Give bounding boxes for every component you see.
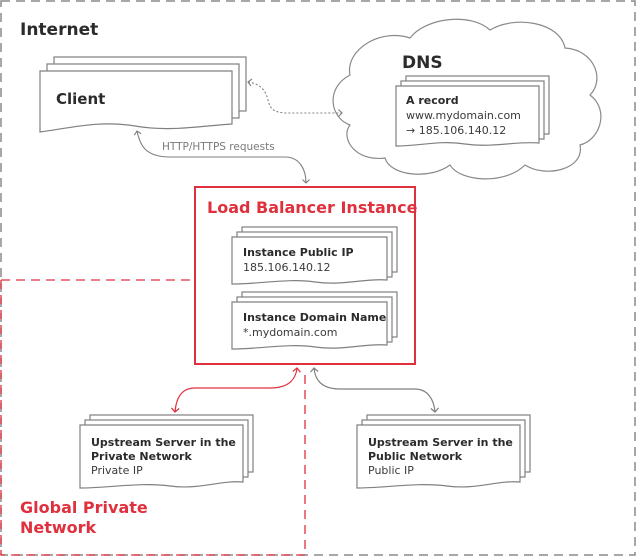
network-diagram: Internet Global Private Network Client D… <box>0 0 636 556</box>
dns-record-domain: www.mydomain.com <box>406 109 521 122</box>
upstream-private-node[interactable]: Upstream Server in the Private Network P… <box>79 414 254 489</box>
load-balancer-title: Load Balancer Instance <box>207 198 418 217</box>
domain-name-value: *.mydomain.com <box>243 326 337 339</box>
upstream-public-subtitle: Public IP <box>368 464 414 477</box>
upstream-public-title-line1: Upstream Server in the <box>368 436 513 449</box>
dns-record-ip: → 185.106.140.12 <box>406 124 506 137</box>
lb-private-edge <box>171 367 301 413</box>
private-zone-label-line1: Global Private <box>20 498 148 517</box>
dns-record-title: A record <box>406 94 459 107</box>
internet-zone-label: Internet <box>20 20 98 40</box>
public-ip-title: Instance Public IP <box>243 246 354 259</box>
client-title: Client <box>56 90 105 108</box>
upstream-private-title-line2: Private Network <box>91 450 192 463</box>
client-lb-edge-label: HTTP/HTTPS requests <box>162 141 275 153</box>
client-node[interactable]: Client <box>39 56 247 133</box>
upstream-private-title-line1: Upstream Server in the <box>91 436 236 449</box>
upstream-public-node[interactable]: Upstream Server in the Public Network Pu… <box>356 414 531 489</box>
upstream-public-title-line2: Public Network <box>368 450 463 463</box>
dns-title: DNS <box>402 53 443 73</box>
load-balancer-node[interactable]: Load Balancer Instance Instance Public I… <box>194 186 418 365</box>
client-dns-edge <box>247 78 343 117</box>
private-zone-label-line2: Network <box>20 518 97 537</box>
lb-public-edge <box>310 367 439 413</box>
client-lb-edge <box>133 130 310 184</box>
upstream-private-subtitle: Private IP <box>91 464 143 477</box>
dns-node[interactable]: DNS A record www.mydomain.com → 185.106.… <box>332 18 602 180</box>
public-ip-value: 185.106.140.12 <box>243 261 330 274</box>
domain-name-title: Instance Domain Name <box>243 311 386 324</box>
